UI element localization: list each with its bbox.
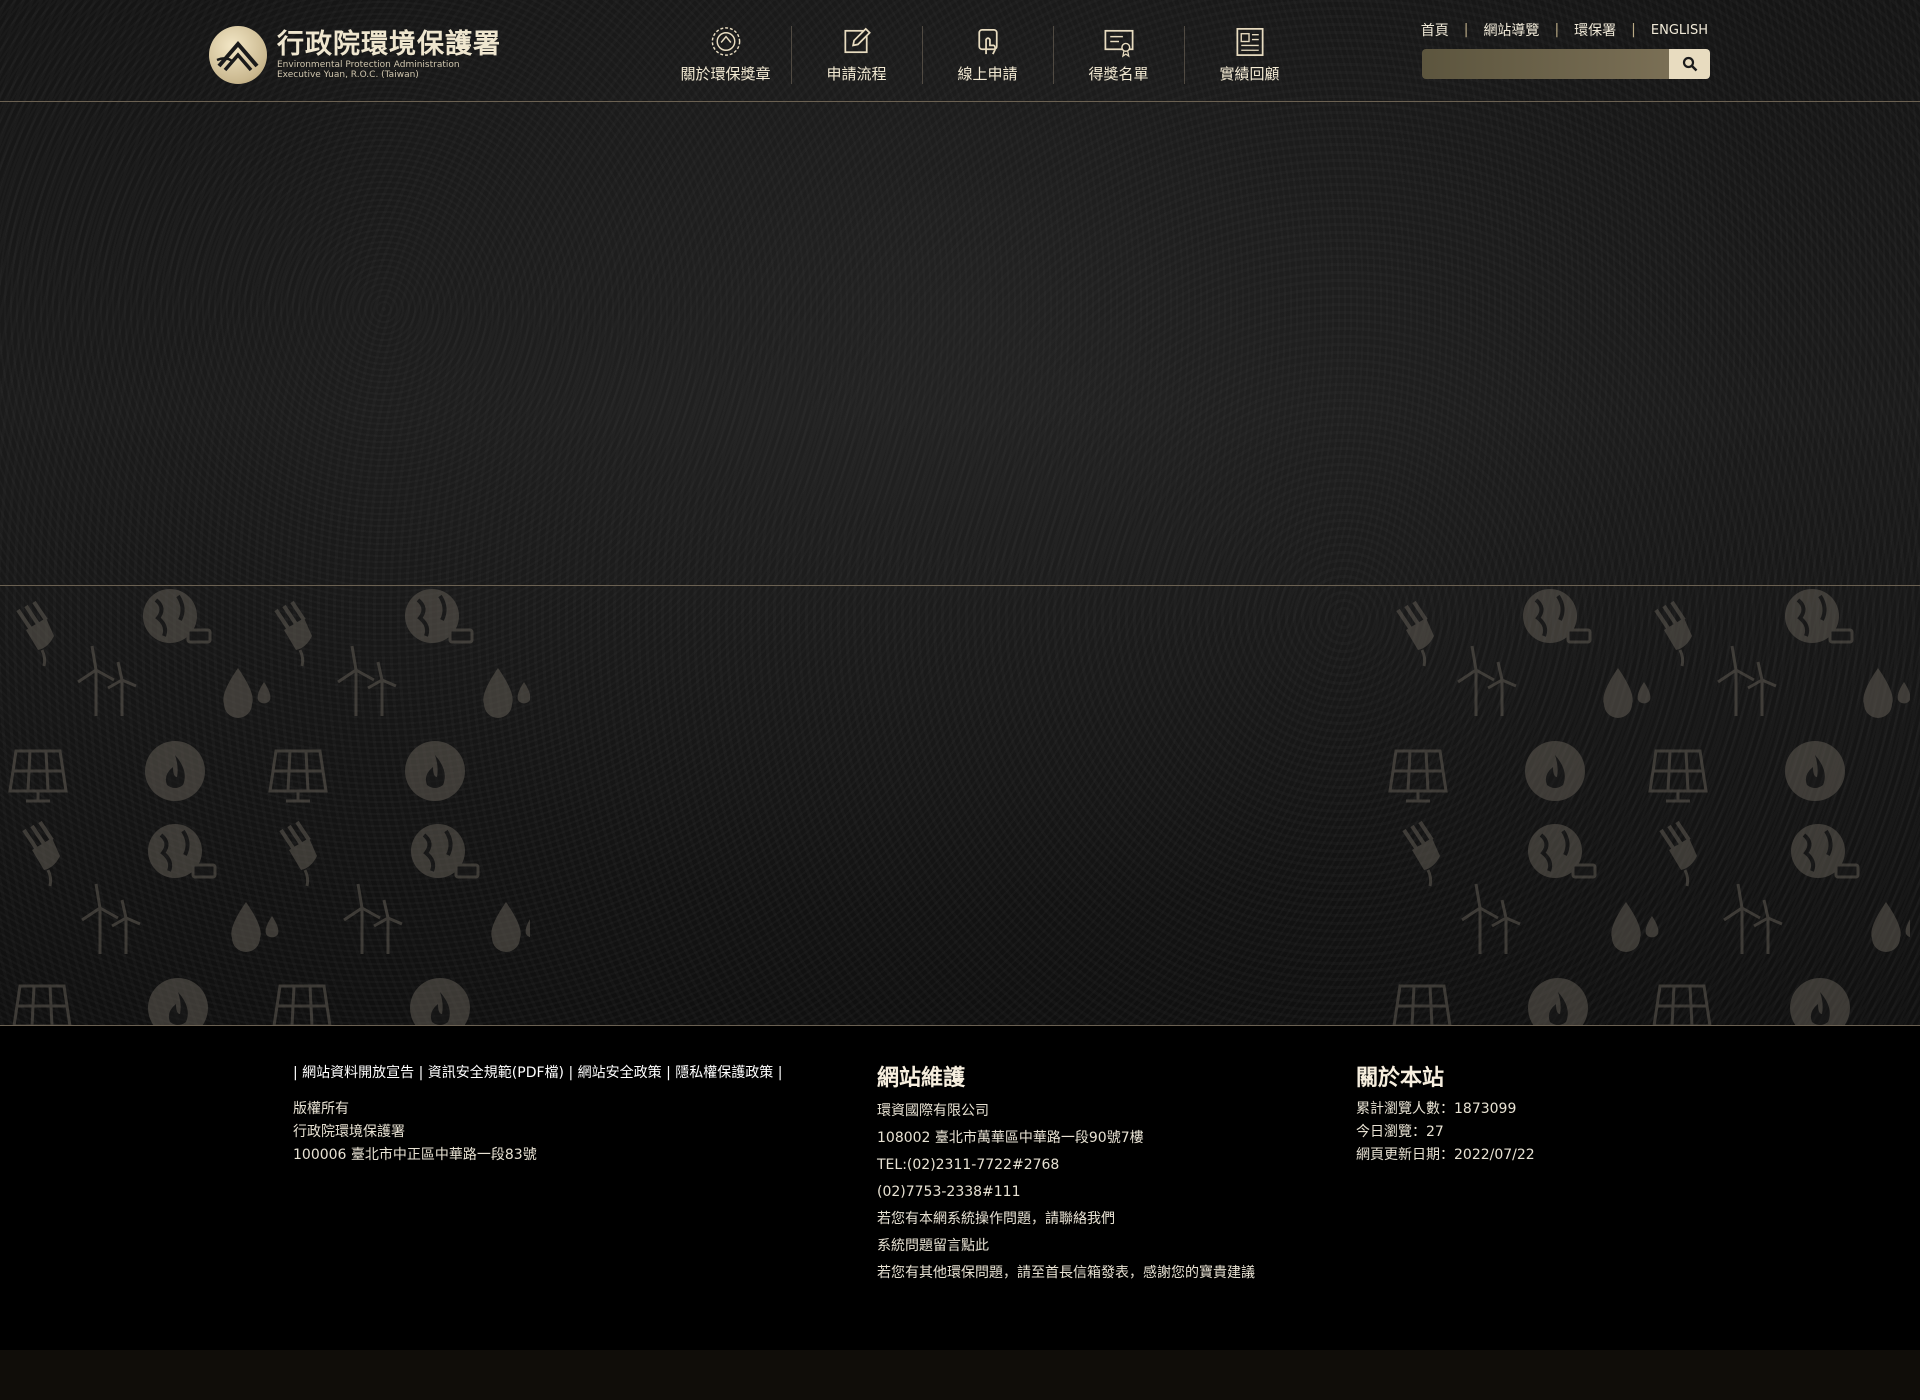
- maintenance-address: 108002 臺北市萬華區中華路一段90號7樓: [877, 1130, 1144, 1146]
- maintenance-tel: TEL:(02)2311-7722#2768: [877, 1157, 1060, 1173]
- logo-title: 行政院環境保護署: [277, 29, 501, 60]
- epa-emblem-icon: [209, 26, 267, 84]
- updated-date: 網頁更新日期：2022/07/22: [1356, 1147, 1535, 1163]
- search-button[interactable]: [1669, 49, 1710, 79]
- copyright-org: 行政院環境保護署: [293, 1124, 405, 1140]
- contact-us-link[interactable]: 若您有本網系統操作問題，請聯絡我們: [877, 1206, 1255, 1233]
- eco-pattern-band: [0, 585, 1920, 1026]
- nav-label: 關於環保獎章: [680, 65, 771, 83]
- about-heading: 關於本站: [1356, 1066, 1445, 1091]
- bottom-strip: [0, 1350, 1920, 1400]
- privacy-policy-link[interactable]: 隱私權保護政策: [675, 1065, 773, 1081]
- logo-subtitle-en: Environmental Protection Administration: [277, 60, 460, 70]
- site-header: 行政院環境保護署 Environmental Protection Admini…: [0, 0, 1920, 102]
- nav-label: 申請流程: [826, 65, 887, 83]
- main-nav: 關於環保獎章 申請流程 線上申請 得獎名單 實績回顧: [660, 22, 1315, 84]
- logo-subtitle-en-2: Executive Yuan, R.O.C. (Taiwan): [277, 70, 419, 80]
- director-mailbox-link[interactable]: 若您有其他環保問題，請至首長信箱發表，感謝您的寶貴建議: [877, 1260, 1255, 1287]
- security-policy-link[interactable]: 網站安全政策: [578, 1065, 662, 1081]
- search-icon: [1682, 56, 1697, 72]
- search-box: [1422, 49, 1710, 79]
- site-footer: | 網站資料開放宣告 | 資訊安全規範(PDF檔) | 網站安全政策 | 隱私權…: [0, 1026, 1920, 1350]
- nav-apply-online[interactable]: 線上申請: [922, 22, 1053, 84]
- today-visits: 今日瀏覽：27: [1356, 1124, 1444, 1140]
- search-input[interactable]: [1422, 49, 1669, 79]
- apply-online-icon: [977, 28, 998, 55]
- nav-label: 實績回顧: [1219, 65, 1280, 83]
- security-spec-link[interactable]: 資訊安全規範(PDF檔): [428, 1065, 564, 1081]
- maintenance-block: 網站維護 環資國際有限公司 108002 臺北市萬華區中華路一段90號7樓 TE…: [877, 1060, 1255, 1287]
- badge-icon: [711, 27, 740, 56]
- copyright-label: 版權所有: [293, 1101, 349, 1117]
- epa-link[interactable]: 環保署: [1559, 20, 1631, 40]
- open-data-link[interactable]: 網站資料開放宣告: [302, 1065, 414, 1081]
- utility-links: 首頁 | 網站導覽 | 環保署 | ENGLISH: [1421, 20, 1708, 40]
- site-logo[interactable]: 行政院環境保護署 Environmental Protection Admini…: [209, 26, 509, 84]
- home-link[interactable]: 首頁: [1421, 20, 1464, 40]
- certificate-icon: [1104, 29, 1133, 58]
- copyright-block: 版權所有 行政院環境保護署 100006 臺北市中正區中華路一段83號: [293, 1098, 537, 1167]
- separator: |: [293, 1065, 303, 1081]
- separator: |: [418, 1065, 428, 1081]
- about-site-block: 關於本站 累計瀏覽人數：1873099 今日瀏覽：27 網頁更新日期：2022/…: [1356, 1060, 1535, 1167]
- copyright-address: 100006 臺北市中正區中華路一段83號: [293, 1147, 537, 1163]
- edit-icon: [843, 27, 871, 54]
- nav-review[interactable]: 實績回顧: [1184, 22, 1315, 84]
- nav-label: 線上申請: [957, 65, 1018, 83]
- eco-pattern-icons: [1388, 587, 1910, 1025]
- english-link[interactable]: ENGLISH: [1636, 23, 1708, 38]
- eco-pattern-icons: [8, 587, 530, 1025]
- nav-process[interactable]: 申請流程: [791, 22, 922, 84]
- nav-winners[interactable]: 得獎名單: [1053, 22, 1184, 84]
- footer-policy-links: | 網站資料開放宣告 | 資訊安全規範(PDF檔) | 網站安全政策 | 隱私權…: [293, 1062, 782, 1082]
- sitemap-link[interactable]: 網站導覽: [1468, 20, 1554, 40]
- separator: |: [666, 1065, 676, 1081]
- total-visits: 累計瀏覽人數：1873099: [1356, 1101, 1517, 1117]
- message-board-link[interactable]: 系統問題留言點此: [877, 1233, 1255, 1260]
- nav-about-award[interactable]: 關於環保獎章: [660, 22, 791, 84]
- separator: |: [777, 1065, 783, 1081]
- nav-label: 得獎名單: [1088, 65, 1149, 83]
- maintenance-company: 環資國際有限公司: [877, 1103, 989, 1119]
- maintenance-heading: 網站維護: [877, 1066, 966, 1091]
- document-icon: [1235, 27, 1264, 56]
- separator: |: [568, 1065, 578, 1081]
- maintenance-tel-2: (02)7753-2338#111: [877, 1184, 1021, 1200]
